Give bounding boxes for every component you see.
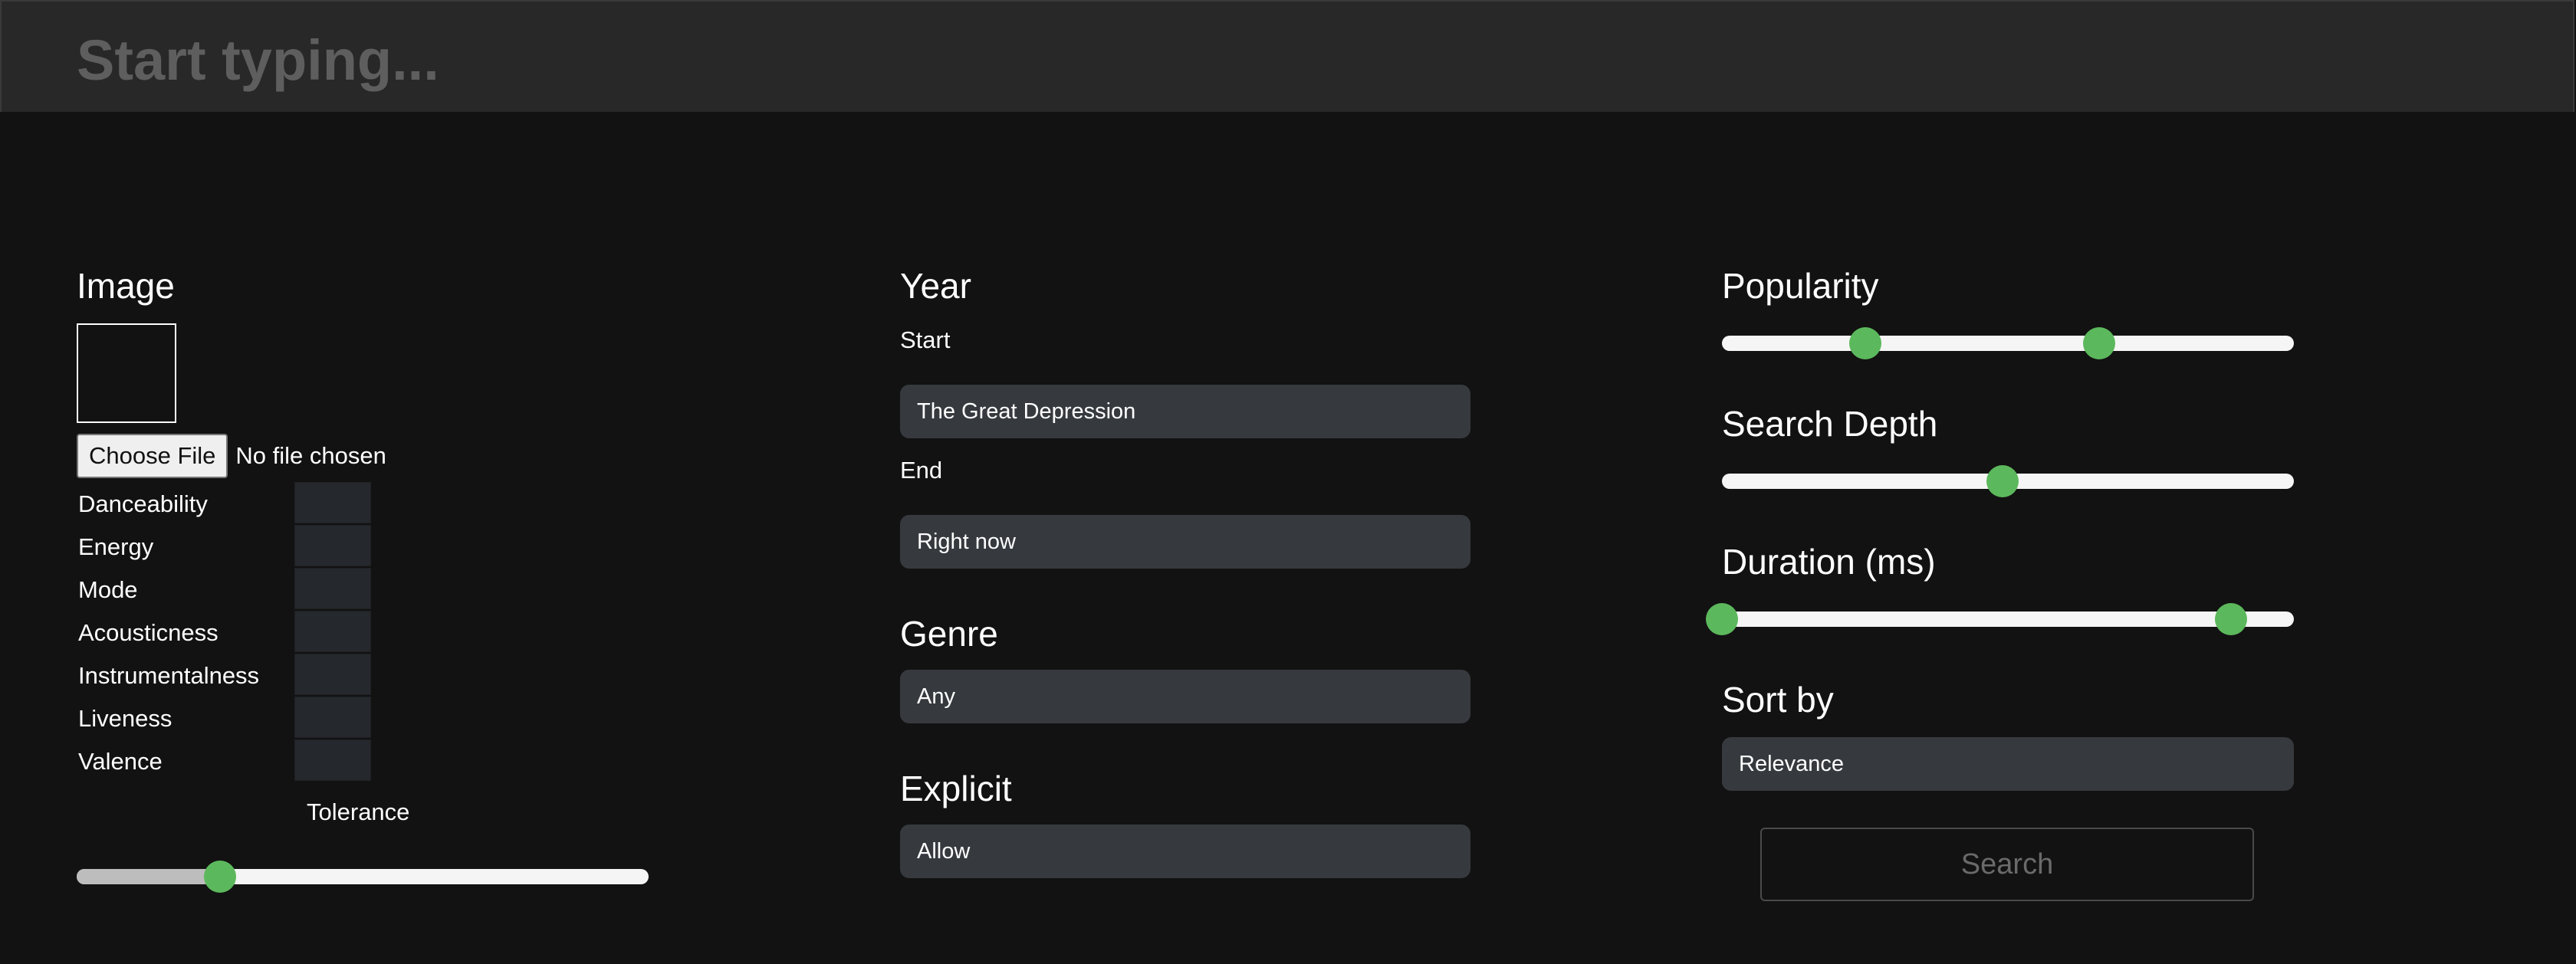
- feature-value-box[interactable]: [294, 739, 371, 781]
- sort-by-title: Sort by: [1722, 680, 1834, 720]
- genre-title: Genre: [900, 614, 998, 654]
- feature-value-box[interactable]: [294, 568, 371, 609]
- feature-row-instrumentalness: Instrumentalness: [77, 653, 460, 696]
- feature-value-box[interactable]: [294, 611, 371, 652]
- feature-value-box[interactable]: [294, 525, 371, 566]
- year-end-label: End: [900, 457, 943, 484]
- duration-slider[interactable]: [1706, 603, 2294, 635]
- sort-by-select[interactable]: Relevance: [1722, 737, 2294, 791]
- duration-title: Duration (ms): [1722, 542, 1936, 582]
- popularity-slider-thumb-high[interactable]: [2083, 327, 2116, 359]
- tolerance-slider[interactable]: [77, 861, 649, 893]
- tolerance-slider-thumb[interactable]: [203, 861, 236, 893]
- feature-row-mode: Mode: [77, 567, 460, 610]
- feature-list: Danceability Energy Mode Acousticness In…: [77, 481, 460, 782]
- search-depth-title: Search Depth: [1722, 404, 1938, 444]
- feature-label: Danceability: [78, 490, 208, 517]
- genre-select[interactable]: Any: [900, 670, 1470, 723]
- feature-value-box[interactable]: [294, 482, 371, 523]
- search-depth-slider-thumb[interactable]: [1986, 465, 2019, 497]
- feature-label: Acousticness: [78, 619, 219, 646]
- year-title: Year: [900, 266, 971, 306]
- year-start-select[interactable]: The Great Depression: [900, 385, 1470, 438]
- tolerance-label: Tolerance: [307, 798, 410, 825]
- explicit-title: Explicit: [900, 769, 1012, 808]
- choose-file-button[interactable]: Choose File: [77, 434, 228, 478]
- popularity-slider-thumb-low[interactable]: [1848, 327, 1881, 359]
- feature-label: Mode: [78, 576, 138, 603]
- explicit-select[interactable]: Allow: [900, 825, 1470, 878]
- feature-label: Instrumentalness: [78, 662, 260, 689]
- file-picker: Choose File No file chosen: [77, 434, 386, 478]
- image-title: Image: [77, 266, 175, 306]
- feature-row-danceability: Danceability: [77, 481, 460, 524]
- feature-label: Valence: [78, 748, 163, 775]
- search-bar: [0, 0, 2574, 112]
- feature-value-box[interactable]: [294, 654, 371, 695]
- feature-row-valence: Valence: [77, 739, 460, 782]
- search-input[interactable]: [77, 23, 1303, 97]
- feature-row-liveness: Liveness: [77, 696, 460, 739]
- image-preview: [77, 323, 176, 423]
- search-depth-slider[interactable]: [1722, 465, 2294, 497]
- feature-row-acousticness: Acousticness: [77, 610, 460, 653]
- feature-value-box[interactable]: [294, 697, 371, 738]
- feature-row-energy: Energy: [77, 524, 460, 567]
- duration-slider-thumb-high[interactable]: [2214, 603, 2247, 635]
- year-end-select[interactable]: Right now: [900, 515, 1470, 569]
- popularity-title: Popularity: [1722, 266, 1879, 306]
- feature-label: Liveness: [78, 705, 172, 732]
- year-start-label: Start: [900, 326, 951, 353]
- file-status: No file chosen: [235, 442, 386, 469]
- popularity-slider[interactable]: [1722, 327, 2294, 359]
- tolerance-slider-fill: [77, 869, 220, 884]
- feature-label: Energy: [78, 533, 154, 560]
- duration-slider-thumb-low[interactable]: [1706, 603, 1738, 635]
- search-button[interactable]: Search: [1760, 828, 2254, 901]
